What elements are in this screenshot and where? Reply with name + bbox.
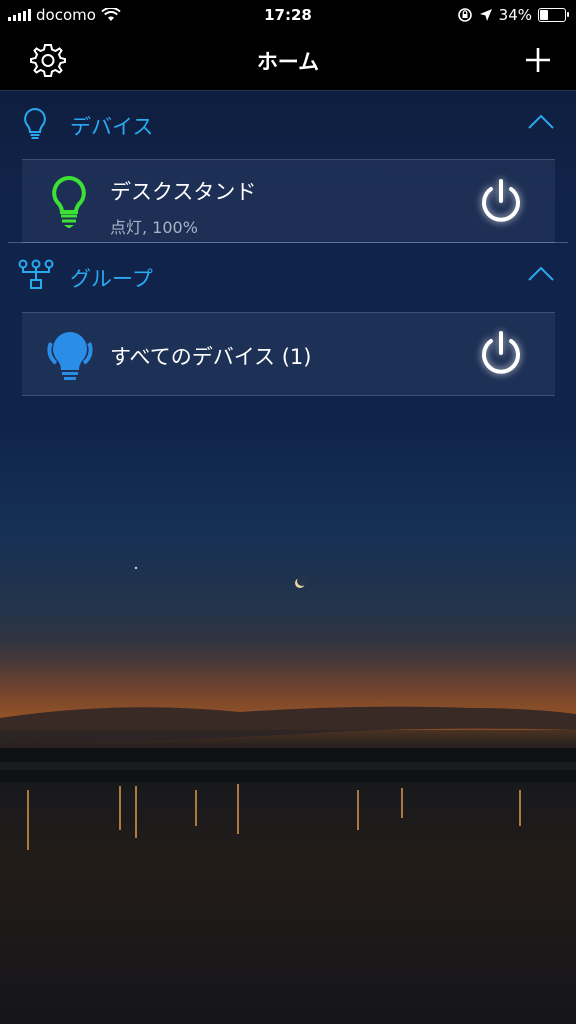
plus-icon: [526, 48, 550, 72]
section-divider: [8, 242, 568, 243]
chevron-up-icon: [528, 266, 554, 281]
home-screen: docomo 17:28 34% ホーム デバイス デスクスタンド 点灯, 10…: [0, 0, 576, 1024]
group-name: すべてのデバイス (1): [110, 345, 312, 369]
devices-section-label: デバイス: [70, 115, 154, 139]
battery-percent: 34%: [498, 6, 532, 24]
device-card-desk-stand[interactable]: デスクスタンド 点灯, 100%: [22, 159, 555, 243]
devices-section-header[interactable]: デバイス: [0, 92, 576, 156]
power-button-icon[interactable]: [473, 174, 529, 230]
add-button[interactable]: [518, 40, 558, 80]
lightbulb-outline-icon: [24, 107, 46, 139]
device-name: デスクスタンド: [110, 180, 257, 204]
chevron-up-icon: [528, 114, 554, 129]
orientation-lock-icon: [457, 8, 472, 22]
groups-section-label: グループ: [70, 267, 153, 291]
groups-section-header[interactable]: グループ: [0, 244, 576, 308]
device-status: 点灯, 100%: [110, 218, 198, 237]
lightbulb-green-icon: [52, 175, 86, 228]
nav-bar: ホーム: [0, 30, 576, 91]
page-title: ホーム: [256, 50, 320, 74]
battery-icon: [538, 8, 569, 22]
lightbulb-blue-icon: [47, 332, 93, 380]
location-arrow-icon: [479, 9, 492, 21]
group-card-all-devices[interactable]: すべてのデバイス (1): [22, 312, 555, 396]
status-bar: docomo 17:28 34%: [0, 0, 576, 30]
power-button-icon[interactable]: [473, 326, 529, 382]
group-tree-icon: [18, 259, 54, 289]
